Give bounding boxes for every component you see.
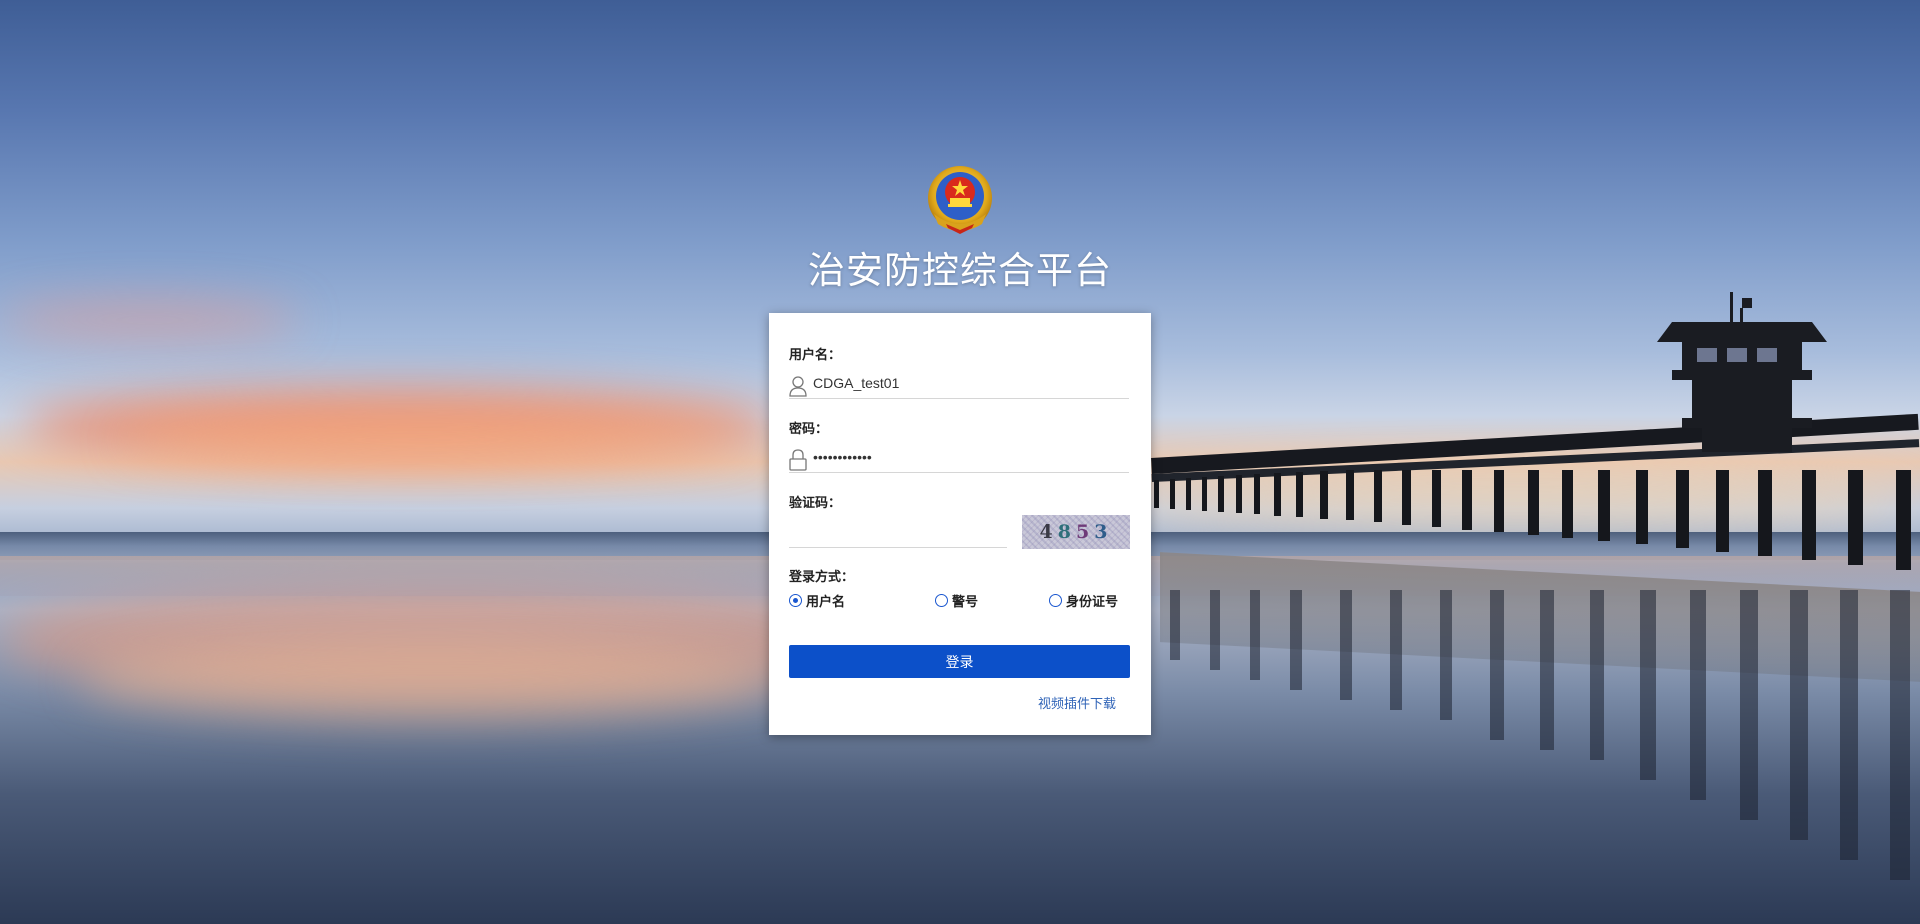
password-field bbox=[789, 443, 1129, 473]
radio-id-number-label: 身份证号 bbox=[1066, 595, 1119, 610]
emblem-icon bbox=[928, 166, 992, 234]
captcha-label: 验证码： bbox=[789, 496, 842, 511]
user-icon bbox=[789, 376, 807, 397]
captcha-image[interactable]: 4853 bbox=[1022, 515, 1130, 549]
lock-icon bbox=[789, 449, 807, 471]
username-field bbox=[789, 369, 1129, 399]
password-input[interactable] bbox=[813, 445, 1125, 469]
username-label: 用户名： bbox=[789, 348, 842, 363]
pier-reflection bbox=[1170, 590, 1910, 880]
login-button[interactable]: 登录 bbox=[789, 645, 1130, 678]
radio-indicator bbox=[789, 594, 802, 607]
radio-badge-number[interactable]: 警号 bbox=[935, 591, 978, 610]
radio-indicator bbox=[935, 594, 948, 607]
page-title: 治安防控综合平台 bbox=[808, 249, 1112, 292]
pier-tower bbox=[1657, 292, 1827, 452]
radio-indicator bbox=[1049, 594, 1062, 607]
radio-username-label: 用户名 bbox=[806, 595, 846, 610]
login-card: 用户名： 密码： 验证码： 4853 登录方式： 用户名 警号 身份证号 bbox=[769, 313, 1151, 735]
radio-username[interactable]: 用户名 bbox=[789, 591, 845, 610]
captcha-text: 4853 bbox=[1039, 521, 1113, 543]
radio-badge-number-label: 警号 bbox=[952, 595, 979, 610]
radio-id-number[interactable]: 身份证号 bbox=[1049, 591, 1118, 610]
username-input[interactable] bbox=[813, 371, 1125, 395]
pier-pilings bbox=[1154, 470, 1911, 570]
captcha-input[interactable] bbox=[789, 515, 1007, 548]
password-label: 密码： bbox=[789, 422, 829, 437]
login-method-label: 登录方式： bbox=[789, 570, 855, 585]
video-plugin-download-link[interactable]: 视频插件下载 bbox=[1038, 693, 1116, 712]
login-method-group: 用户名 警号 身份证号 bbox=[789, 591, 1134, 613]
